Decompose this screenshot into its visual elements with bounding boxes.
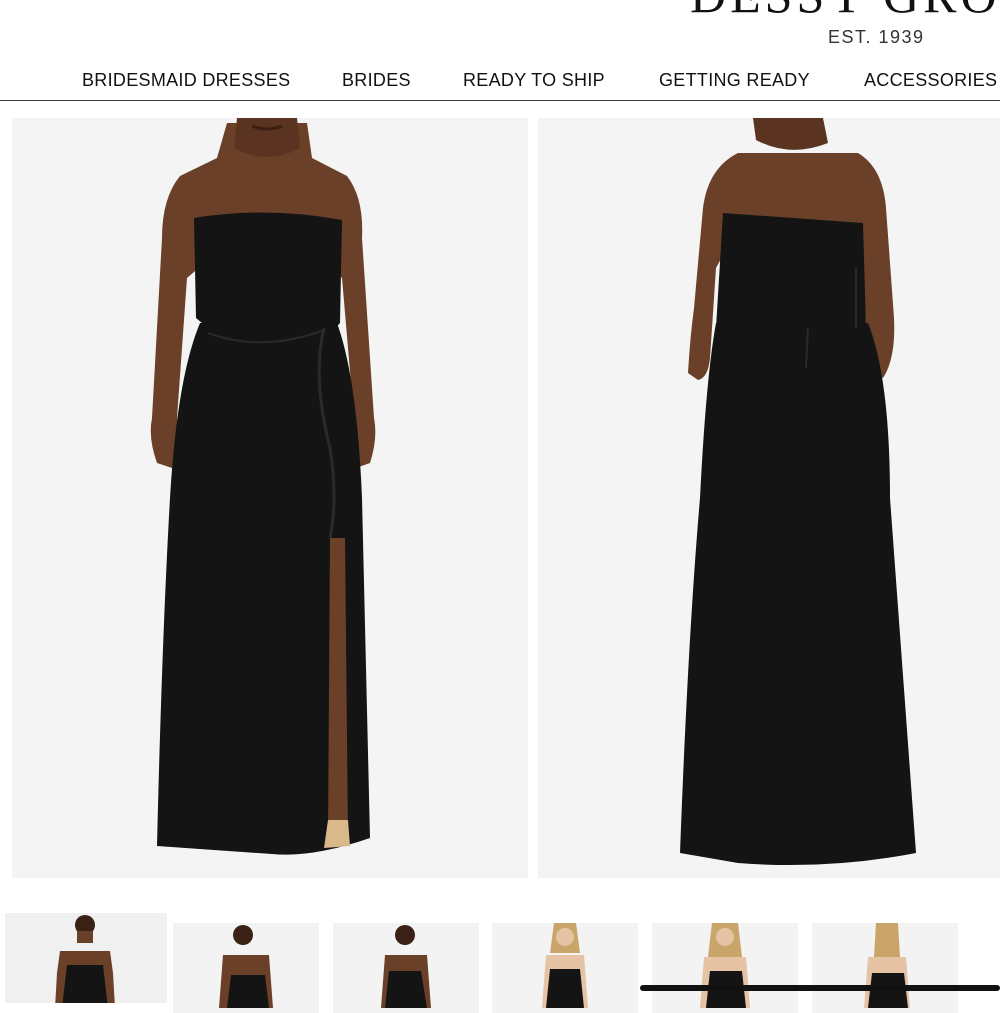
nav-brides[interactable]: BRIDES [342, 70, 411, 91]
thumbnail-scrollbar[interactable] [640, 985, 1000, 991]
brand-established: EST. 1939 [828, 27, 925, 47]
main-navigation: BRIDESMAID DRESSES BRIDES READY TO SHIP … [0, 64, 1000, 101]
nav-bridesmaid-dresses[interactable]: BRIDESMAID DRESSES [82, 70, 290, 91]
thumbnail-1[interactable] [5, 913, 167, 1003]
brand-wordmark: DESSY GROUP [690, 0, 1000, 20]
nav-accessories[interactable]: ACCESSORIES [864, 70, 997, 91]
nav-getting-ready[interactable]: GETTING READY [659, 70, 810, 91]
nav-ready-to-ship[interactable]: READY TO SHIP [463, 70, 605, 91]
brand-logo[interactable]: DESSY GROUP EST. 1939 [0, 0, 1000, 60]
product-image-front[interactable] [12, 118, 528, 878]
product-image-back[interactable] [538, 118, 1000, 878]
